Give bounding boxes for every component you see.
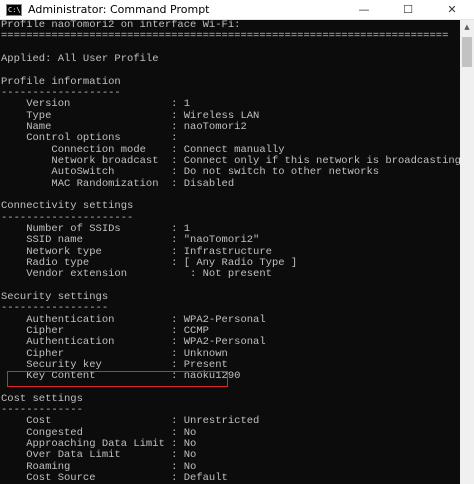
scroll-thumb[interactable]: [462, 37, 472, 67]
terminal-output[interactable]: Profile naoTomori2 on interface Wi-Fi: ==…: [0, 20, 460, 484]
title-bar[interactable]: C:\ Administrator: Command Prompt — ☐ ✕: [0, 0, 474, 20]
terminal-line: Cost Source : Default: [1, 472, 228, 484]
vertical-scrollbar[interactable]: ▲: [460, 20, 474, 484]
terminal-line: Version : 1: [1, 98, 191, 111]
terminal-line: Control options :: [1, 132, 178, 145]
terminal-line: Connectivity settings: [1, 200, 134, 213]
terminal-line: Applied: All User Profile: [1, 52, 159, 65]
terminal-line: SSID name : "naoTomori2": [1, 234, 260, 247]
command-prompt-icon: C:\: [6, 3, 22, 16]
window-controls: — ☐ ✕: [342, 0, 474, 20]
window-title: Administrator: Command Prompt: [28, 3, 210, 16]
scroll-up-arrow-icon[interactable]: ▲: [460, 20, 474, 34]
terminal-line: Authentication : WPA2-Personal: [1, 336, 266, 349]
close-button[interactable]: ✕: [430, 0, 474, 20]
terminal-line: -----------------: [1, 302, 109, 315]
minimize-button[interactable]: —: [342, 0, 386, 20]
command-prompt-window: C:\ Administrator: Command Prompt — ☐ ✕ …: [0, 0, 474, 484]
maximize-button[interactable]: ☐: [386, 0, 430, 20]
terminal-line: MAC Randomization : Disabled: [1, 177, 235, 190]
terminal-line: Key Content : naoku1290: [1, 370, 241, 383]
terminal-line: Vendor extension : Not present: [1, 268, 272, 281]
terminal-line: AutoSwitch : Do not switch to other netw…: [1, 166, 380, 179]
terminal-line: ========================================…: [1, 30, 449, 43]
